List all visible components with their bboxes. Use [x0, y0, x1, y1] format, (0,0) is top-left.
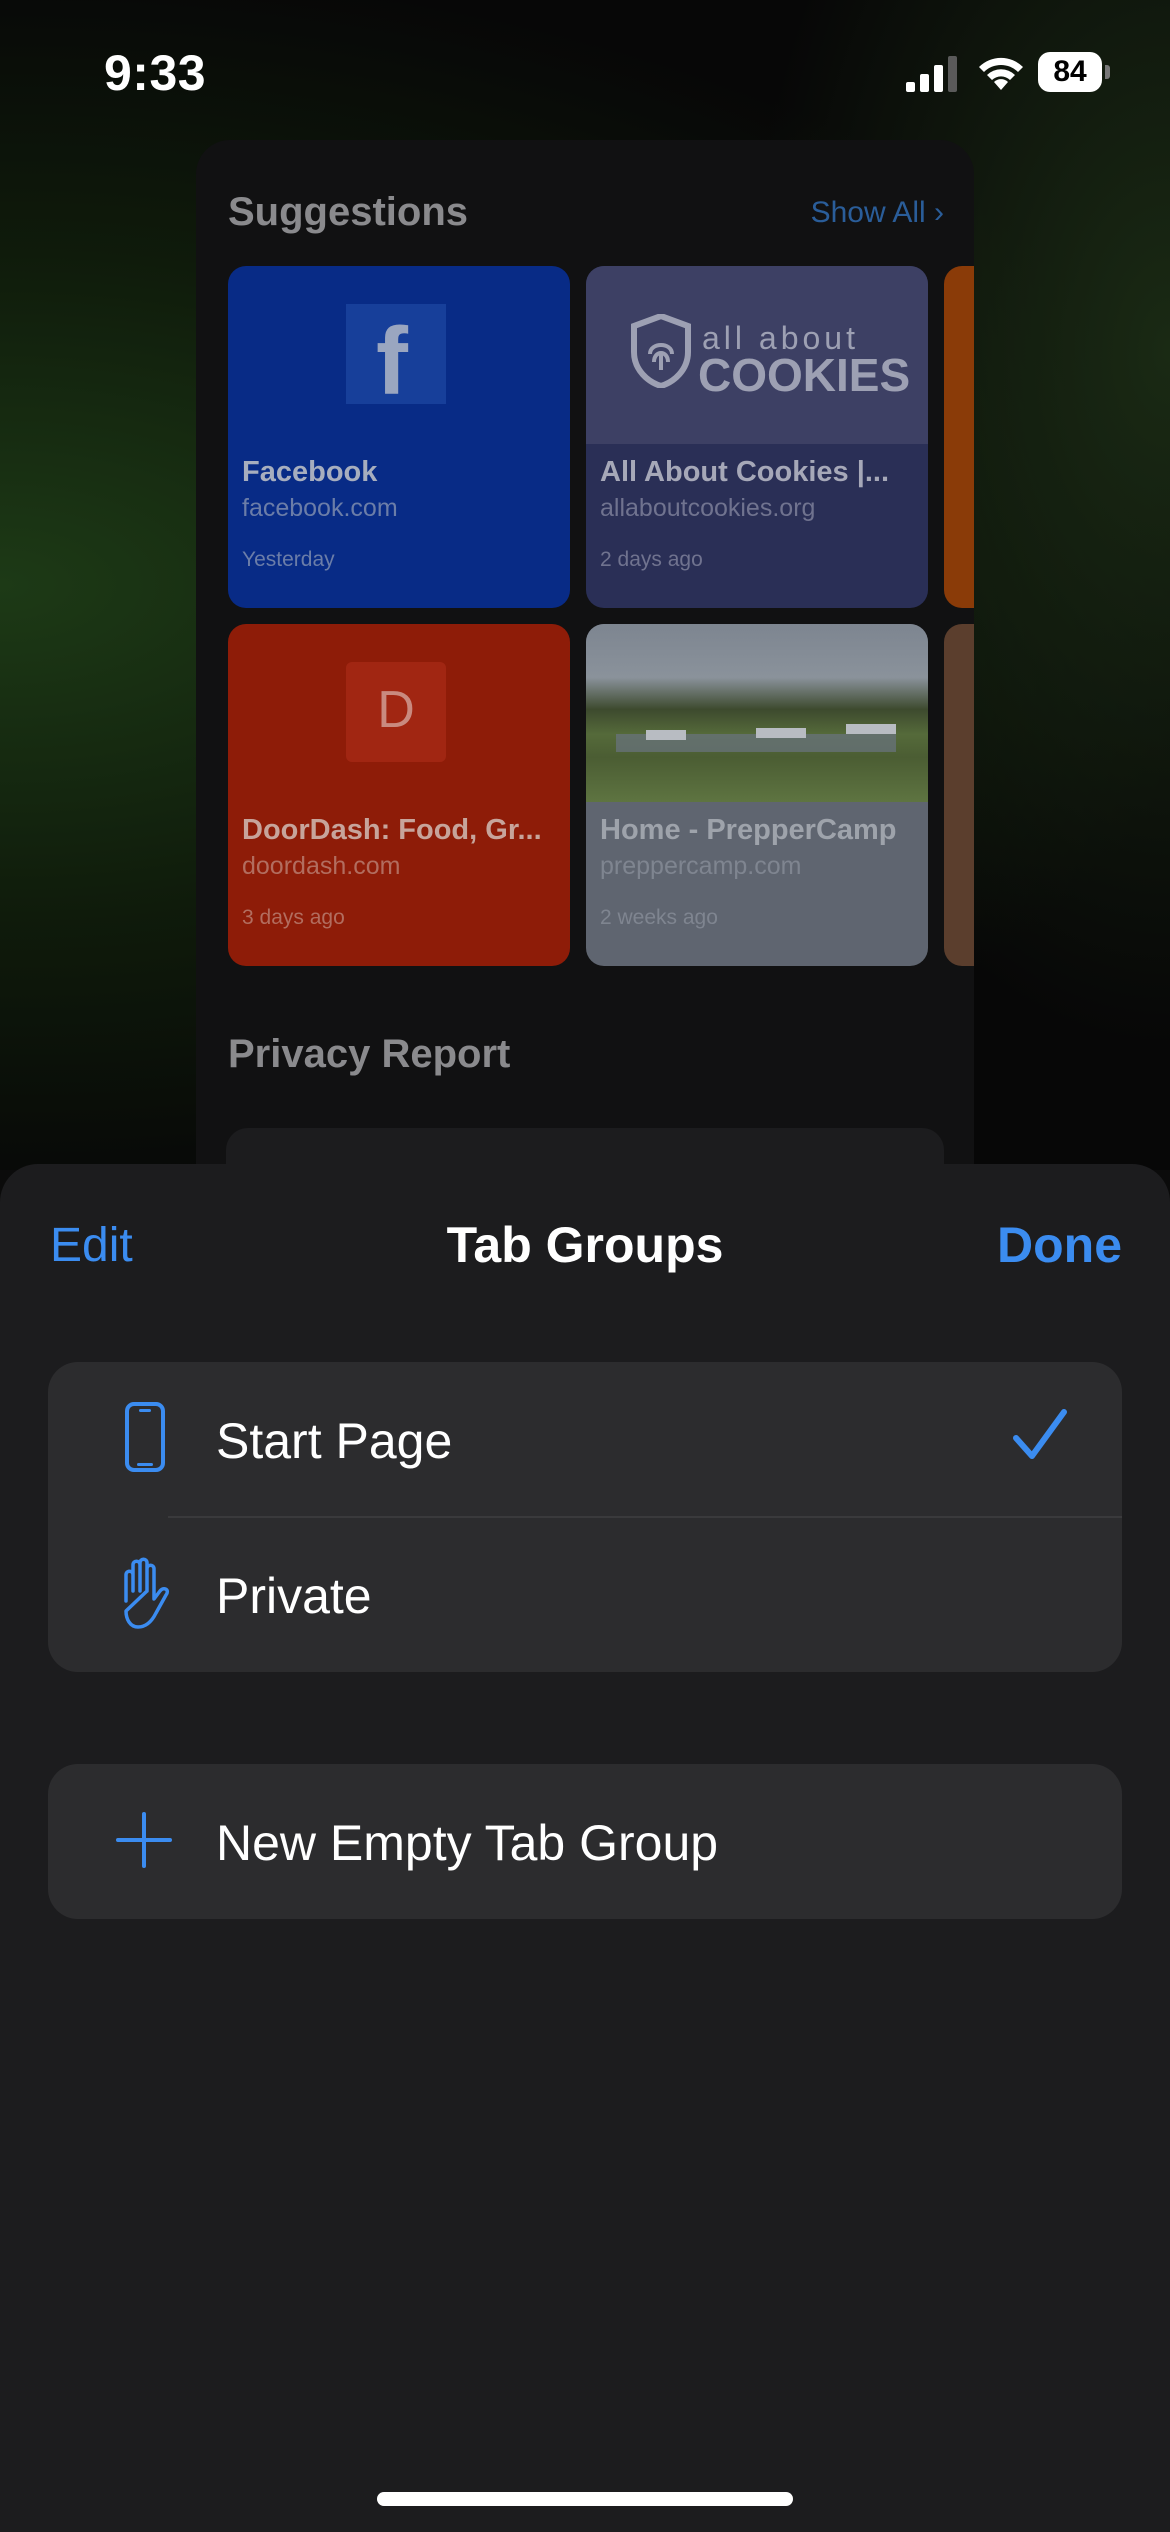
sheet-title: Tab Groups	[446, 1217, 724, 1273]
list-divider	[168, 1516, 1122, 1518]
suggestions-title: Suggestions	[228, 190, 469, 234]
done-button[interactable]: Done	[997, 1216, 1122, 1274]
status-bar: 9:33 84	[0, 0, 1170, 150]
status-time: 9:33	[104, 45, 207, 101]
tab-group-label: Private	[216, 1568, 372, 1624]
privacy-report-title: Privacy Report	[228, 1032, 511, 1076]
facebook-logo-icon: f	[346, 304, 446, 410]
suggestion-tile-doordash[interactable]: D DoorDash: Food, Gr... doordash.com 3 d…	[228, 624, 570, 966]
battery-icon: 84	[1038, 52, 1110, 92]
tab-group-private[interactable]: Private	[48, 1517, 1122, 1672]
preppercamp-thumbnail	[586, 624, 928, 802]
plus-icon	[116, 1812, 172, 1868]
show-all-link[interactable]: Show All ›	[811, 196, 944, 230]
start-page-card[interactable]: Suggestions Show All › f Facebook facebo…	[196, 140, 974, 1240]
wifi-icon	[979, 57, 1023, 90]
cellular-signal-icon	[906, 56, 957, 92]
tab-group-label: Start Page	[216, 1413, 453, 1469]
suggestion-tile-allaboutcookies[interactable]: all about COOKIES All About Cookies |...…	[586, 266, 928, 608]
doordash-logo-icon: D	[346, 662, 446, 762]
suggestion-tile-partial-brown[interactable]	[944, 624, 974, 966]
hand-icon	[124, 1557, 170, 1629]
phone-icon	[125, 1402, 165, 1472]
battery-level: 84	[1038, 52, 1102, 92]
suggestion-tile-partial-orange[interactable]	[944, 266, 974, 608]
checkmark-icon	[1013, 1409, 1067, 1459]
new-tab-group-row[interactable]: New Empty Tab Group	[48, 1764, 1122, 1919]
new-tab-group-button[interactable]: New Empty Tab Group	[48, 1764, 1122, 1919]
suggestion-tile-facebook[interactable]: f Facebook facebook.com Yesterday	[228, 266, 570, 608]
suggestion-tile-preppercamp[interactable]: Home - PrepperCamp preppercamp.com 2 wee…	[586, 624, 928, 966]
home-indicator[interactable]	[377, 2492, 793, 2506]
cookies-logo: all about COOKIES	[586, 266, 928, 444]
new-tab-group-label: New Empty Tab Group	[216, 1815, 719, 1871]
shield-icon	[631, 314, 691, 388]
tab-group-start-page[interactable]: Start Page	[48, 1362, 1122, 1517]
